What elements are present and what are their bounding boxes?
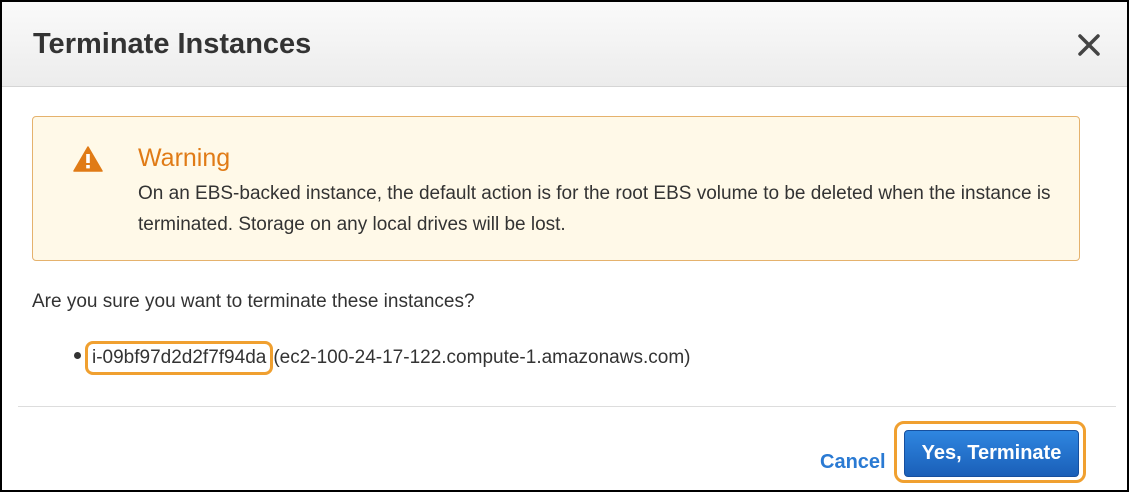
dialog-header: Terminate Instances — [2, 2, 1127, 87]
warning-message: On an EBS-backed instance, the default a… — [138, 183, 1051, 235]
warning-icon — [73, 146, 103, 172]
warning-title: Warning — [138, 144, 231, 172]
confirmation-question: Are you sure you want to terminate these… — [32, 291, 475, 312]
yes-terminate-button[interactable]: Yes, Terminate — [904, 430, 1079, 477]
instance-id: i-09bf97d2d2f7f94da — [85, 341, 274, 375]
close-button[interactable] — [1072, 28, 1106, 62]
dialog-title: Terminate Instances — [33, 28, 312, 60]
footer-divider — [18, 406, 1116, 407]
terminate-instances-dialog: Terminate Instances Warning On an EBS-ba… — [0, 0, 1129, 492]
bullet-icon — [74, 352, 81, 360]
cancel-button[interactable]: Cancel — [820, 450, 886, 474]
instance-list-item: i-09bf97d2d2f7f94da (ec2-100-24-17-122.co… — [74, 341, 691, 375]
instance-dns: (ec2-100-24-17-122.compute-1.amazonaws.c… — [273, 347, 691, 368]
warning-alert: Warning On an EBS-backed instance, the d… — [32, 116, 1080, 261]
close-icon — [1078, 34, 1100, 56]
